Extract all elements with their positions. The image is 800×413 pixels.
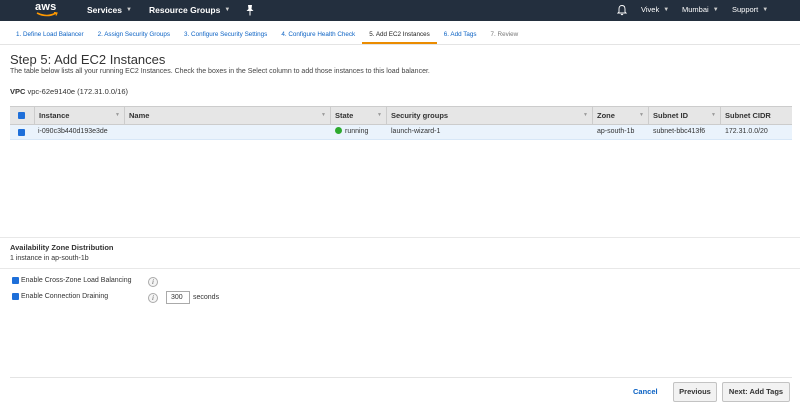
next-add-tags-button[interactable]: Next: Add Tags: [722, 382, 790, 402]
vpc-label: VPC: [10, 87, 26, 96]
resource-groups-menu[interactable]: Resource Groups ▼: [149, 5, 230, 15]
chevron-down-icon: ▼: [224, 7, 231, 13]
chevron-down-icon: ▼: [762, 6, 769, 13]
chevron-down-icon: ▼: [712, 6, 719, 13]
resource-groups-label: Resource Groups: [149, 5, 221, 15]
wizard-tabs: 1. Define Load Balancer 2. Assign Securi…: [9, 28, 525, 44]
sort-icon: ▼: [583, 112, 588, 118]
table-header: Instance ▼ Name ▼ State ▼ Security group…: [10, 106, 792, 125]
section-divider: [0, 268, 800, 269]
cross-zone-label: Enable Cross-Zone Load Balancing: [21, 277, 132, 284]
support-label: Support: [732, 5, 759, 14]
table-row[interactable]: i-090c3b440d193e3de running launch-wizar…: [10, 125, 792, 140]
draining-timeout-input[interactable]: 300: [166, 291, 190, 304]
tab-add-ec2-instances[interactable]: 5. Add EC2 Instances: [362, 28, 437, 44]
tab-configure-health-check[interactable]: 4. Configure Health Check: [274, 28, 362, 44]
draining-option[interactable]: Enable Connection Draining: [12, 293, 108, 300]
sort-icon: ▼: [321, 112, 326, 118]
bell-icon[interactable]: [617, 4, 627, 16]
column-header-state[interactable]: State ▼: [330, 107, 386, 124]
pin-icon[interactable]: [245, 4, 255, 16]
tab-configure-security-settings[interactable]: 3. Configure Security Settings: [177, 28, 274, 44]
user-label: Vivek: [641, 5, 660, 14]
column-label: Name: [129, 111, 150, 120]
cell-instance: i-090c3b440d193e3de: [38, 128, 108, 135]
support-menu[interactable]: Support ▼: [732, 5, 768, 14]
state-label: running: [345, 128, 369, 135]
column-header-subnet-id[interactable]: Subnet ID ▼: [648, 107, 720, 124]
seconds-label: seconds: [193, 294, 220, 301]
sort-icon: ▼: [115, 112, 120, 118]
section-divider: [0, 237, 800, 238]
cell-name: [124, 125, 128, 139]
tab-assign-security-groups[interactable]: 2. Assign Security Groups: [91, 28, 177, 44]
column-label: Zone: [597, 111, 615, 120]
select-all-checkbox[interactable]: [18, 112, 25, 119]
column-label: Instance: [39, 111, 70, 120]
sort-icon: ▼: [377, 112, 382, 118]
region-label: Mumbai: [682, 5, 709, 14]
column-label: Subnet CIDR: [725, 111, 771, 120]
sort-icon: ▼: [711, 112, 716, 118]
column-header-name[interactable]: Name ▼: [124, 107, 330, 124]
cell-state: running: [331, 125, 368, 139]
cell-subnet-id: subnet-bbc413f6: [653, 128, 706, 135]
user-menu[interactable]: Vivek ▼: [641, 5, 669, 14]
cross-zone-checkbox[interactable]: [12, 277, 19, 284]
cross-zone-option[interactable]: Enable Cross-Zone Load Balancing: [12, 277, 132, 284]
vpc-info: VPC vpc-62e9140e (172.31.0.0/16): [10, 87, 128, 96]
az-distribution-desc: 1 instance in ap-south-1b: [10, 255, 89, 262]
aws-logo[interactable]: aws: [35, 1, 59, 19]
tab-review[interactable]: 7. Review: [484, 28, 526, 44]
running-status-icon: [335, 127, 342, 134]
column-label: Security groups: [391, 111, 449, 120]
column-label: Subnet ID: [653, 111, 688, 120]
column-header-instance[interactable]: Instance ▼: [34, 107, 124, 124]
services-menu[interactable]: Services ▼: [87, 5, 132, 15]
info-icon[interactable]: i: [148, 293, 158, 303]
draining-label: Enable Connection Draining: [21, 293, 109, 300]
previous-button[interactable]: Previous: [673, 382, 717, 402]
cell-security-groups: launch-wizard-1: [391, 128, 441, 135]
page-title: Step 5: Add EC2 Instances: [10, 52, 166, 67]
column-label: State: [335, 111, 354, 120]
sort-icon: ▼: [639, 112, 644, 118]
column-header-subnet-cidr[interactable]: Subnet CIDR: [720, 107, 792, 124]
instances-table: Instance ▼ Name ▼ State ▼ Security group…: [10, 106, 792, 140]
az-distribution-title: Availability Zone Distribution: [10, 243, 114, 252]
aws-smile-icon: [36, 12, 58, 17]
row-select-checkbox[interactable]: [18, 129, 25, 136]
tab-define-load-balancer[interactable]: 1. Define Load Balancer: [9, 28, 91, 44]
chevron-down-icon: ▼: [663, 6, 670, 13]
chevron-down-icon: ▼: [125, 7, 132, 13]
page-description: The table below lists all your running E…: [10, 68, 430, 75]
cell-subnet-cidr: 172.31.0.0/20: [725, 128, 768, 135]
column-header-zone[interactable]: Zone ▼: [592, 107, 648, 124]
info-icon[interactable]: i: [148, 277, 158, 287]
vpc-value: vpc-62e9140e (172.31.0.0/16): [27, 87, 129, 96]
tabs-divider: [0, 44, 800, 45]
footer-divider: [10, 377, 792, 378]
cell-zone: ap-south-1b: [597, 128, 635, 135]
top-nav: aws Services ▼ Resource Groups ▼ Vivek ▼…: [0, 0, 800, 21]
tab-add-tags[interactable]: 6. Add Tags: [437, 28, 484, 44]
cancel-button[interactable]: Cancel: [633, 387, 658, 396]
draining-checkbox[interactable]: [12, 293, 19, 300]
services-label: Services: [87, 5, 122, 15]
region-menu[interactable]: Mumbai ▼: [682, 5, 719, 14]
column-header-security-groups[interactable]: Security groups ▼: [386, 107, 592, 124]
